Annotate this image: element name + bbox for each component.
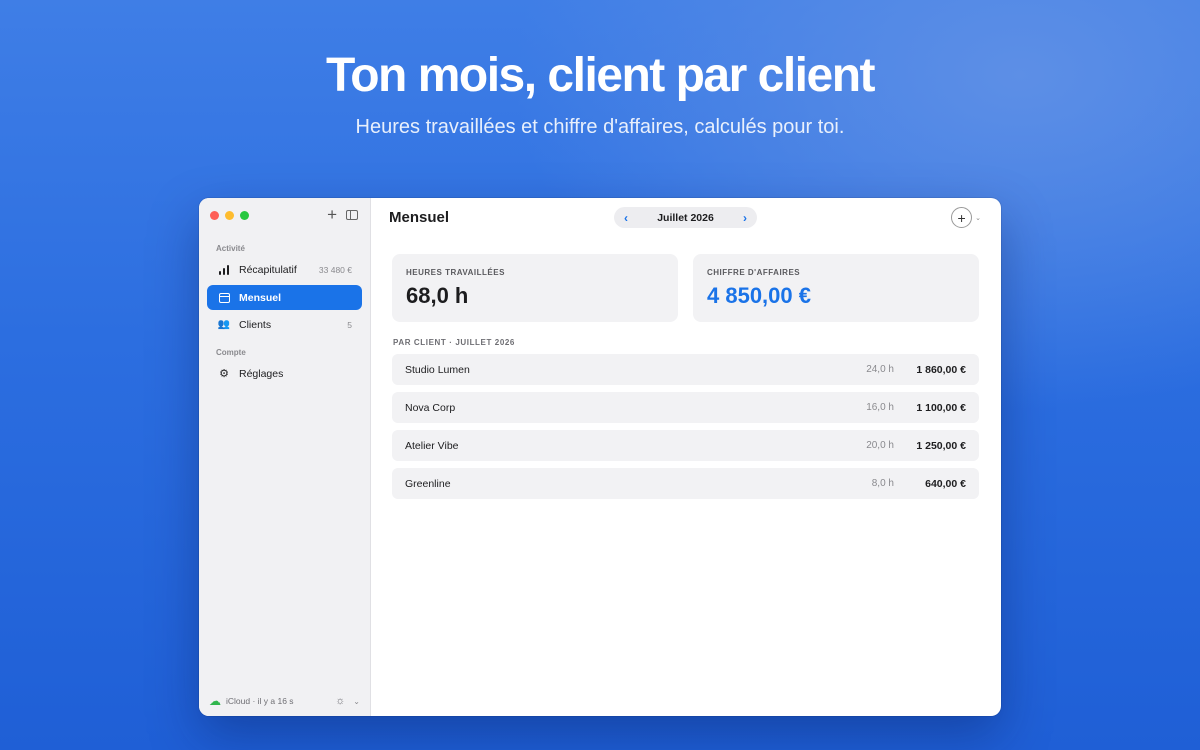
appearance-icon[interactable]: ☼ bbox=[335, 695, 345, 707]
chevron-right-icon[interactable]: › bbox=[743, 212, 747, 224]
hours-value: 68,0 h bbox=[406, 283, 469, 308]
client-amount: 1 250,00 € bbox=[916, 439, 966, 452]
client-name: Nova Corp bbox=[405, 401, 456, 414]
client-amount: 640,00 € bbox=[925, 477, 966, 490]
people-icon: 👥 bbox=[217, 319, 231, 330]
plus-icon: + bbox=[951, 207, 973, 228]
sidebar-item-mensuel[interactable]: Mensuel bbox=[207, 285, 362, 310]
sidebar-item-label: Mensuel bbox=[239, 291, 282, 304]
hours-card: HEURES TRAVAILLÉES 68,0 h bbox=[392, 254, 678, 322]
client-row[interactable]: Atelier Vibe 20,0 h 1 250,00 € bbox=[392, 430, 979, 461]
sidebar-item-total: 33 480 € bbox=[318, 264, 352, 275]
sidebar: + Activité Récapitulatif 33 480 € Mensue… bbox=[199, 198, 371, 716]
page-title: Mensuel bbox=[389, 209, 450, 226]
gear-icon: ⚙ bbox=[219, 368, 229, 380]
add-entry-button[interactable]: + ⌄ bbox=[951, 207, 981, 228]
client-hours: 24,0 h bbox=[866, 364, 894, 375]
minimize-button[interactable] bbox=[225, 211, 234, 220]
client-hours: 20,0 h bbox=[866, 440, 894, 451]
section-label-activite: Activité bbox=[216, 244, 245, 253]
client-name: Greenline bbox=[405, 477, 451, 490]
section-label-compte: Compte bbox=[216, 348, 246, 357]
chevron-left-icon[interactable]: ‹ bbox=[624, 212, 628, 224]
calendar-icon bbox=[217, 292, 231, 303]
sidebar-item-reglages[interactable]: ⚙ Réglages bbox=[207, 361, 362, 386]
client-row[interactable]: Studio Lumen 24,0 h 1 860,00 € bbox=[392, 354, 979, 385]
client-list-label: PAR CLIENT · JUILLET 2026 bbox=[393, 338, 515, 347]
chevron-down-icon[interactable]: ⌄ bbox=[353, 697, 360, 706]
client-amount: 1 860,00 € bbox=[916, 363, 966, 376]
main-content: Mensuel ‹ Juillet 2026 › + ⌄ HEURES TRAV… bbox=[371, 198, 1001, 716]
zoom-button[interactable] bbox=[240, 211, 249, 220]
month-selector: ‹ Juillet 2026 › bbox=[614, 207, 757, 228]
client-amount: 1 100,00 € bbox=[916, 401, 966, 414]
sync-status: ☁ iCloud · il y a 16 s ☼ ⌄ bbox=[209, 694, 360, 708]
sidebar-item-count: 5 bbox=[347, 319, 352, 330]
client-name: Studio Lumen bbox=[405, 363, 470, 376]
sidebar-toolbar: + bbox=[327, 206, 358, 223]
sidebar-item-label: Récapitulatif bbox=[239, 263, 297, 276]
add-icon[interactable]: + bbox=[327, 206, 337, 223]
month-label: Juillet 2026 bbox=[657, 211, 714, 224]
bar-chart-icon bbox=[217, 264, 231, 275]
close-button[interactable] bbox=[210, 211, 219, 220]
cloud-icon: ☁ bbox=[209, 694, 221, 708]
hours-caption: HEURES TRAVAILLÉES bbox=[406, 268, 505, 277]
client-hours: 8,0 h bbox=[871, 478, 894, 489]
sidebar-item-label: Réglages bbox=[239, 367, 284, 380]
revenue-card: CHIFFRE D'AFFAIRES 4 850,00 € bbox=[693, 254, 979, 322]
hero-subtitle: Heures travaillées et chiffre d'affaires… bbox=[355, 116, 845, 138]
client-row[interactable]: Nova Corp 16,0 h 1 100,00 € bbox=[392, 392, 979, 423]
hero-title: Ton mois, client par client bbox=[325, 49, 876, 102]
client-name: Atelier Vibe bbox=[405, 439, 459, 452]
sidebar-item-recapitulatif[interactable]: Récapitulatif 33 480 € bbox=[207, 257, 362, 282]
window-controls bbox=[210, 211, 249, 220]
chevron-down-icon: ⌄ bbox=[975, 214, 981, 222]
sidebar-item-clients[interactable]: 👥 Clients 5 bbox=[207, 312, 362, 337]
revenue-value: 4 850,00 € bbox=[707, 283, 811, 308]
app-window: + Activité Récapitulatif 33 480 € Mensue… bbox=[199, 198, 1001, 716]
sync-text: iCloud · il y a 16 s bbox=[226, 696, 294, 706]
client-hours: 16,0 h bbox=[866, 402, 894, 413]
revenue-caption: CHIFFRE D'AFFAIRES bbox=[707, 268, 801, 277]
sidebar-toggle-icon[interactable] bbox=[346, 210, 358, 220]
client-row[interactable]: Greenline 8,0 h 640,00 € bbox=[392, 468, 979, 499]
sidebar-item-label: Clients bbox=[239, 318, 272, 331]
